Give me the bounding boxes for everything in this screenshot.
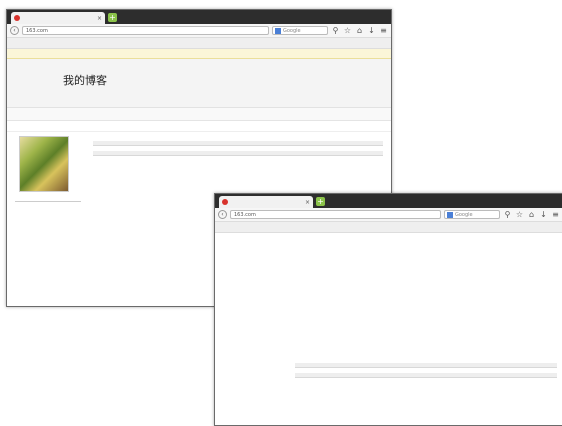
search-placeholder-2: Google <box>455 211 473 218</box>
download-icon-2[interactable]: ↓ <box>539 210 548 219</box>
new-tab-button[interactable]: + <box>108 13 117 22</box>
menu-icon-2[interactable]: ≡ <box>551 210 560 219</box>
avatar <box>19 136 69 192</box>
address-bar[interactable]: 163.com <box>22 26 269 35</box>
back-button[interactable]: ‹ <box>10 26 19 35</box>
search-engine-icon <box>275 27 281 34</box>
browser-window-front: × + ‹ 163.com Google ⚲ ☆ ⌂ ↓ ≡ <box>214 193 562 426</box>
tab-bar-2: × + <box>215 194 562 208</box>
home-icon-2[interactable]: ⌂ <box>527 210 536 219</box>
browser-tab-2[interactable]: × <box>219 196 313 208</box>
address-bar-2[interactable]: 163.com <box>230 210 441 219</box>
url-domain-2: 163.com <box>234 212 256 218</box>
section-contact <box>295 373 557 378</box>
blog-title: 我的博客 <box>63 74 107 87</box>
close-tab-icon[interactable]: × <box>97 15 102 22</box>
favicon-icon <box>14 15 20 21</box>
star-icon-2[interactable]: ☆ <box>515 210 524 219</box>
sidebar-section-title <box>15 200 81 202</box>
bookmarks-bar <box>7 38 391 49</box>
search-engine-icon-2 <box>447 211 453 218</box>
search-icon-2[interactable]: ⚲ <box>503 210 512 219</box>
section-personal-info <box>93 151 383 156</box>
blog-menu <box>7 108 391 121</box>
tab-bar: × + <box>7 10 391 24</box>
new-tab-button-2[interactable]: + <box>316 197 325 206</box>
notice-banner <box>7 49 391 59</box>
search-box[interactable]: Google <box>272 26 328 35</box>
back-button-2[interactable]: ‹ <box>218 210 227 219</box>
breadcrumb <box>7 121 391 132</box>
home-icon[interactable]: ⌂ <box>355 26 364 35</box>
close-tab-icon-2[interactable]: × <box>305 199 310 206</box>
url-domain: 163.com <box>26 28 48 34</box>
search-placeholder: Google <box>283 27 301 34</box>
profile-details <box>93 136 383 156</box>
search-box-2[interactable]: Google <box>444 210 500 219</box>
search-icon[interactable]: ⚲ <box>331 26 340 35</box>
section-personal-info <box>295 363 557 368</box>
blog-header: 我的博客 <box>7 59 391 108</box>
star-icon[interactable]: ☆ <box>343 26 352 35</box>
browser-tab[interactable]: × <box>11 12 105 24</box>
download-icon[interactable]: ↓ <box>367 26 376 35</box>
nav-bar-2: ‹ 163.com Google ⚲ ☆ ⌂ ↓ ≡ <box>215 208 562 222</box>
profile-fields <box>295 363 557 378</box>
nav-bar: ‹ 163.com Google ⚲ ☆ ⌂ ↓ ≡ <box>7 24 391 38</box>
bookmarks-bar-2 <box>215 222 562 233</box>
menu-icon[interactable]: ≡ <box>379 26 388 35</box>
favicon-icon-2 <box>222 199 228 205</box>
section-basic-info <box>93 141 383 146</box>
profile-sidebar <box>15 136 81 202</box>
profile-content-2 <box>215 233 562 378</box>
